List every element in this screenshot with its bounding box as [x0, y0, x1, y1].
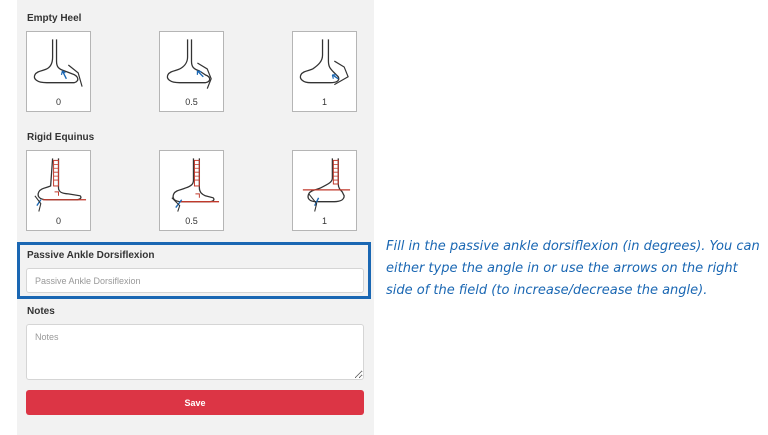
empty-heel-value-05: 0.5 [185, 97, 198, 107]
notes-textarea[interactable] [26, 324, 364, 380]
empty-heel-value-1: 1 [321, 97, 327, 107]
foot-empty-heel-1-icon [299, 39, 349, 86]
passive-ankle-dorsiflexion-input[interactable] [26, 268, 364, 293]
notes-title: Notes [27, 306, 55, 317]
rigid-equinus-value-1: 1 [321, 216, 327, 226]
rigid-equinus-title: Rigid Equinus [27, 132, 95, 143]
instruction-callout: Fill in the passive ankle dorsiflexion (… [386, 239, 760, 298]
rigid-equinus-value-05: 0.5 [185, 216, 198, 226]
foot-empty-heel-0-icon [33, 39, 83, 87]
empty-heel-option-1[interactable]: 1 [292, 31, 357, 112]
foot-rigid-equinus-0-icon [34, 158, 87, 212]
rigid-equinus-option-05[interactable]: 0.5 [159, 150, 224, 231]
empty-heel-title: Empty Heel [27, 13, 82, 24]
rigid-equinus-value-0: 0 [55, 216, 61, 226]
passive-ankle-title: Passive Ankle Dorsiflexion [27, 250, 155, 261]
rigid-equinus-option-0[interactable]: 0 [26, 150, 91, 231]
foot-rigid-equinus-1-icon [302, 158, 351, 212]
foot-rigid-equinus-05-icon [171, 158, 220, 212]
empty-heel-option-0[interactable]: 0 [26, 31, 91, 112]
empty-heel-value-0: 0 [55, 97, 61, 107]
save-button[interactable]: Save [26, 390, 364, 415]
empty-heel-option-05[interactable]: 0.5 [159, 31, 224, 112]
foot-empty-heel-05-icon [166, 39, 212, 89]
rigid-equinus-option-1[interactable]: 1 [292, 150, 357, 231]
form-panel: Empty Heel 0 0.5 1 Rigid Equinus 0 0.5 1… [17, 0, 374, 435]
